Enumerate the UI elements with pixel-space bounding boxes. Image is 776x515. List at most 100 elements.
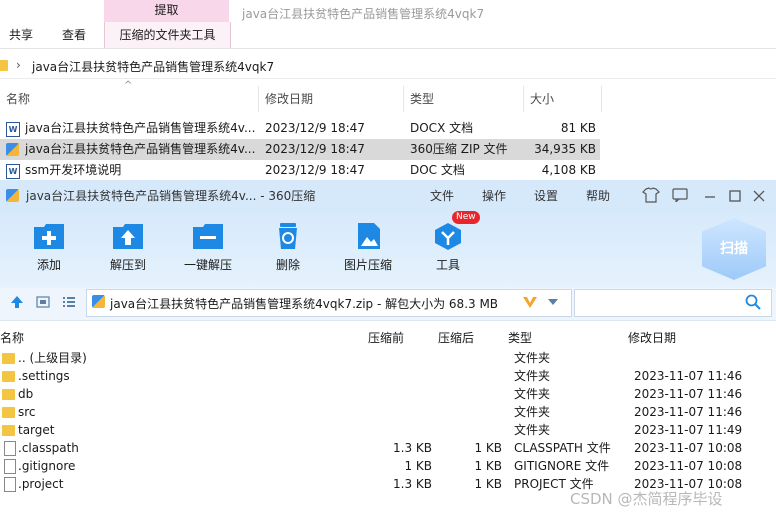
menu-file[interactable]: 文件 [430, 187, 454, 204]
zip-entry-row[interactable]: target 文件夹 2023-11-07 11:49 [0, 421, 776, 439]
csdn-watermark: CSDN @杰简程序毕设 [570, 490, 723, 508]
address-bar[interactable]: › java台江县扶贫特色产品销售管理系统4vqk7 [0, 54, 776, 79]
tab-compressed-folder-tools[interactable]: 压缩的文件夹工具 [104, 22, 231, 48]
new-badge: New [452, 211, 480, 224]
skin-shirt-icon[interactable] [642, 187, 660, 203]
column-divider[interactable] [403, 86, 404, 112]
search-input[interactable] [574, 289, 772, 317]
image-compress-button[interactable]: 图片压缩 [338, 220, 398, 280]
zip-column-after[interactable]: 压缩后 [438, 329, 474, 346]
column-modified[interactable]: 修改日期 [265, 88, 313, 110]
zip-entry-row[interactable]: .settings 文件夹 2023-11-07 11:46 [0, 367, 776, 385]
entry-type: 文件夹 [514, 387, 551, 401]
zip-file-icon [92, 295, 105, 308]
tools-icon [435, 223, 461, 250]
file-row-selected[interactable]: java台江县扶贫特色产品销售管理系统4v... 2023/12/9 18:47… [0, 139, 600, 160]
zip-column-modified[interactable]: 修改日期 [628, 329, 676, 346]
delete-button[interactable]: 删除 [258, 220, 318, 280]
search-icon[interactable] [745, 294, 761, 310]
zip-column-type[interactable]: 类型 [508, 329, 532, 346]
entry-before: 1.3 KB [393, 441, 432, 455]
extract-to-icon [113, 224, 143, 249]
entry-modified: 2023-11-07 11:46 [634, 369, 743, 383]
zip-path-text: java台江县扶贫特色产品销售管理系统4vqk7.zip - 解包大小为 68.… [110, 297, 499, 311]
up-arrow-icon[interactable] [10, 295, 24, 309]
delete-label: 删除 [275, 258, 300, 272]
column-divider[interactable] [523, 86, 524, 112]
one-click-extract-button[interactable]: 一键解压 [178, 220, 238, 280]
entry-type: GITIGNORE 文件 [514, 459, 610, 473]
file-size: 81 KB [560, 121, 596, 135]
maximize-icon[interactable] [728, 189, 742, 203]
folder-icon [2, 425, 15, 436]
one-click-extract-label: 一键解压 [183, 258, 232, 272]
file-type: 360压缩 ZIP 文件 [410, 142, 508, 156]
entry-before: 1.3 KB [393, 477, 432, 491]
entry-type: CLASSPATH 文件 [514, 441, 611, 455]
entry-type: 文件夹 [514, 369, 551, 383]
context-tab-header: 提取 [104, 0, 229, 22]
zip-entry-row[interactable]: src 文件夹 2023-11-07 11:46 [0, 403, 776, 421]
sort-up-icon: ^ [124, 80, 133, 91]
entry-modified: 2023-11-07 11:49 [634, 423, 743, 437]
address-path: java台江县扶贫特色产品销售管理系统4vqk7 [32, 60, 275, 74]
file-type: DOCX 文档 [410, 121, 474, 135]
folder-icon [2, 389, 15, 400]
chevron-right-icon[interactable]: › [16, 58, 21, 72]
image-compress-label: 图片压缩 [343, 258, 392, 272]
zip-file-icon [6, 143, 19, 156]
thumbnail-view-icon[interactable] [36, 296, 50, 308]
zip-column-before[interactable]: 压缩前 [368, 329, 404, 346]
file-icon [4, 441, 16, 456]
entry-name: db [18, 387, 34, 401]
file-row[interactable]: W ssm开发环境说明 2023/12/9 18:47 DOC 文档 4,108… [0, 160, 600, 181]
folder-icon [2, 371, 15, 382]
chevron-down-icon[interactable] [547, 298, 559, 306]
file-icon [4, 459, 16, 474]
entry-before: 1 KB [404, 459, 432, 473]
extract-to-button[interactable]: 解压到 [98, 220, 158, 280]
add-button[interactable]: 添加 [19, 220, 79, 280]
file-size: 34,935 KB [534, 142, 596, 156]
column-type[interactable]: 类型 [410, 88, 434, 110]
entry-modified: 2023-11-07 11:46 [634, 387, 743, 401]
tab-share[interactable]: 共享 [9, 22, 33, 48]
entry-type: 文件夹 [514, 423, 551, 437]
column-divider[interactable] [258, 86, 259, 112]
360zip-app-icon [6, 189, 19, 202]
menu-operation[interactable]: 操作 [482, 187, 506, 204]
zip-column-name[interactable]: 名称 [0, 329, 24, 346]
entry-name: target [18, 423, 55, 437]
column-name[interactable]: 名称 [6, 88, 30, 110]
explorer-window-title: java台江县扶贫特色产品销售管理系统4vqk7 [242, 7, 485, 21]
feedback-icon[interactable] [672, 188, 688, 202]
word-doc-icon: W [6, 164, 20, 179]
entry-type: 文件夹 [514, 405, 551, 419]
zip-entry-row[interactable]: .classpath 1.3 KB 1 KB CLASSPATH 文件 2023… [0, 439, 776, 457]
entry-after: 1 KB [474, 441, 502, 455]
menu-settings[interactable]: 设置 [534, 187, 558, 204]
file-name: java台江县扶贫特色产品销售管理系统4v... [25, 121, 255, 135]
close-icon[interactable] [752, 189, 766, 203]
folder-icon [2, 353, 15, 364]
folder-icon [0, 60, 8, 71]
word-doc-icon: W [6, 122, 20, 137]
menu-help[interactable]: 帮助 [586, 187, 610, 204]
column-divider[interactable] [601, 86, 602, 112]
extract-to-label: 解压到 [109, 258, 146, 272]
file-icon [4, 477, 16, 492]
file-row[interactable]: W java台江县扶贫特色产品销售管理系统4v... 2023/12/9 18:… [0, 118, 600, 139]
list-view-icon[interactable] [62, 296, 76, 308]
column-size[interactable]: 大小 [530, 88, 554, 110]
minimize-icon[interactable] [703, 189, 717, 203]
entry-modified: 2023-11-07 10:08 [634, 441, 743, 455]
tab-view[interactable]: 查看 [62, 22, 86, 48]
zip-entry-row[interactable]: .. (上级目录) 文件夹 [0, 349, 776, 367]
file-type: DOC 文档 [410, 163, 465, 177]
tools-button[interactable]: 工具 [418, 220, 478, 280]
entry-name: .classpath [18, 441, 79, 455]
file-modified: 2023/12/9 18:47 [265, 163, 365, 177]
zip-window-title: java台江县扶贫特色产品销售管理系统4v... - 360压缩 [26, 189, 316, 203]
zip-entry-row[interactable]: .gitignore 1 KB 1 KB GITIGNORE 文件 2023-1… [0, 457, 776, 475]
zip-entry-row[interactable]: db 文件夹 2023-11-07 11:46 [0, 385, 776, 403]
